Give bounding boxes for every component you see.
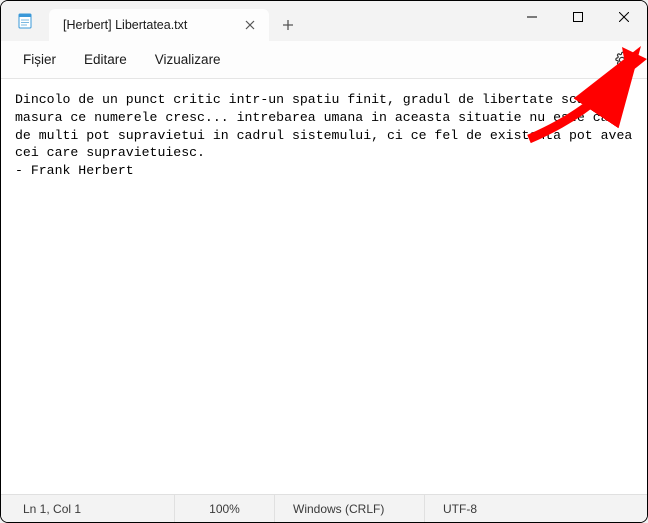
close-icon (619, 12, 629, 22)
menubar: Fișier Editare Vizualizare (1, 41, 647, 79)
plus-icon (282, 19, 294, 31)
titlebar: [Herbert] Libertatea.txt (1, 1, 647, 41)
tab-close-button[interactable] (241, 16, 259, 34)
document-tab[interactable]: [Herbert] Libertatea.txt (49, 9, 269, 41)
maximize-button[interactable] (555, 1, 601, 33)
statusbar: Ln 1, Col 1 100% Windows (CRLF) UTF-8 (1, 494, 647, 522)
close-icon (245, 20, 255, 30)
minimize-button[interactable] (509, 1, 555, 33)
text-editor[interactable]: Dincolo de un punct critic intr-un spati… (1, 79, 647, 494)
menu-view[interactable]: Vizualizare (141, 46, 235, 73)
status-position[interactable]: Ln 1, Col 1 (5, 495, 175, 522)
notepad-app-icon (17, 13, 33, 29)
new-tab-button[interactable] (273, 10, 303, 40)
menu-edit[interactable]: Editare (70, 46, 141, 73)
tab-title: [Herbert] Libertatea.txt (63, 18, 233, 32)
gear-icon (613, 51, 631, 69)
status-encoding[interactable]: UTF-8 (425, 495, 643, 522)
status-zoom[interactable]: 100% (175, 495, 275, 522)
minimize-icon (527, 12, 537, 22)
settings-button[interactable] (605, 43, 639, 77)
status-line-ending[interactable]: Windows (CRLF) (275, 495, 425, 522)
close-window-button[interactable] (601, 1, 647, 33)
window-controls (509, 1, 647, 33)
menu-file[interactable]: Fișier (9, 46, 70, 73)
maximize-icon (573, 12, 583, 22)
notepad-window: [Herbert] Libertatea.txt (0, 0, 648, 523)
app-icon-wrap (1, 1, 49, 41)
